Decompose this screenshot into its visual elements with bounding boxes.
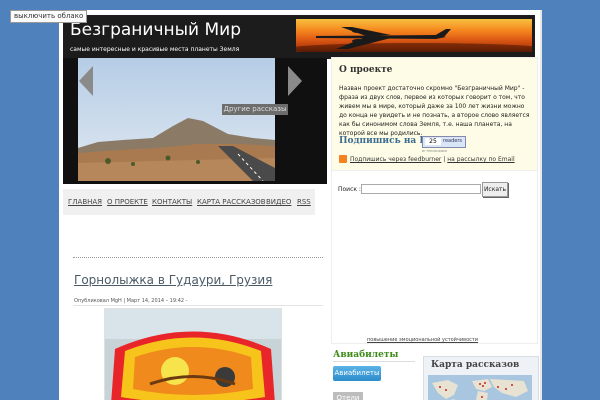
about-project-panel: О проекте Назван проект достаточно скром…	[331, 57, 538, 171]
slider-prev-icon[interactable]	[79, 66, 93, 96]
readers-label: readers	[443, 138, 462, 144]
slider-next-icon[interactable]	[288, 66, 302, 96]
world-map-image[interactable]	[428, 375, 532, 400]
subscribe-feedburner-link[interactable]: Подпишись через feedburner	[350, 156, 441, 163]
link-separator: |	[443, 156, 446, 163]
nav-rss[interactable]: RSS	[297, 198, 311, 206]
page-container: Безграничный Мир самые интересные и крас…	[59, 10, 541, 400]
nav-video[interactable]: ВИДЕО	[266, 198, 291, 206]
rss-links: Подпишись через feedburner | на рассылку…	[350, 156, 515, 163]
divider	[73, 257, 323, 258]
story-map-widget: Карта рассказов	[423, 356, 539, 400]
site-tagline: самые интересные и красивые места планет…	[70, 46, 240, 53]
page-shadow	[540, 10, 542, 400]
nav-about[interactable]: О ПРОЕКТЕ	[107, 198, 148, 206]
readers-count: 25	[425, 138, 441, 145]
airline-title: Авиабилеты	[333, 350, 399, 360]
about-text: Назван проект достаточно скромно "Безгра…	[339, 85, 530, 137]
emotional-stability-link[interactable]: повышение эмоциональной устойчивости	[367, 337, 478, 343]
tab-airline-tickets[interactable]: Авиабилеты	[333, 366, 381, 381]
tab-hotels[interactable]: Отели	[333, 392, 363, 400]
post-title[interactable]: Горнолыжка в Гудаури, Грузия	[74, 273, 272, 287]
about-title: О проекте	[339, 65, 393, 75]
rss-icon	[339, 155, 347, 163]
nav-home[interactable]: ГЛАВНАЯ	[68, 198, 102, 206]
divider	[333, 361, 415, 362]
search-label: Поиск :	[338, 186, 361, 193]
nav-story-map[interactable]: КАРТА РАССКАЗОВ	[197, 198, 266, 206]
nav-contacts[interactable]: КОНТАКТЫ	[152, 198, 192, 206]
site-header: Безграничный Мир самые интересные и крас…	[63, 15, 535, 59]
divider	[73, 305, 323, 306]
main-navigation: ГЛАВНАЯ О ПРОЕКТЕ КОНТАКТЫ КАРТА РАССКАЗ…	[63, 189, 315, 215]
feedburner-readers-badge[interactable]: 25 readers	[422, 136, 466, 148]
other-stories-tab[interactable]: Другие рассказы	[222, 104, 288, 115]
subscribe-email-link[interactable]: на рассылку по Email	[447, 156, 514, 163]
feedburner-credit: BY FEEDBURNER	[422, 149, 448, 153]
header-airplane-banner	[296, 19, 532, 52]
slide-image[interactable]	[78, 58, 275, 181]
toggle-cloud-button[interactable]: выключить облако	[10, 10, 88, 23]
search-input[interactable]	[361, 184, 481, 194]
site-title[interactable]: Безграничный Мир	[70, 20, 241, 40]
search-button[interactable]: Искать	[482, 182, 508, 197]
map-title: Карта рассказов	[431, 360, 520, 370]
post-meta: Опубликовал MgH | Март 14, 2014 – 19:42 …	[74, 298, 188, 304]
post-image[interactable]	[104, 308, 282, 400]
